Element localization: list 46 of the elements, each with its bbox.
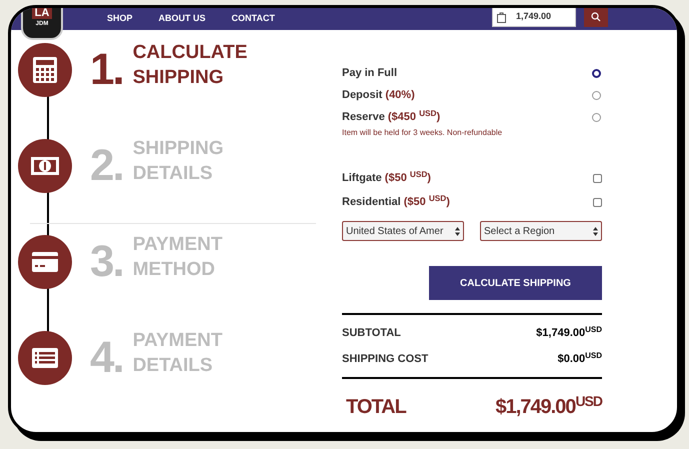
nav-link[interactable]: ABOUT US bbox=[158, 12, 206, 26]
summary-label: SHIPPING COST bbox=[342, 352, 428, 367]
banknote-icon bbox=[30, 156, 60, 176]
country-select[interactable]: United States of Amer bbox=[342, 221, 464, 241]
radio-button[interactable] bbox=[592, 68, 601, 78]
summary-value: $1,749.00$^{USD}$ bbox=[536, 324, 602, 341]
checkbox[interactable] bbox=[593, 198, 602, 206]
step-title: CALCULATE bbox=[132, 43, 248, 62]
option-label: Reserve ($450 $^{USD}$) bbox=[342, 110, 440, 124]
credit-card-icon bbox=[31, 251, 59, 273]
step-title: PAYMENT bbox=[132, 235, 222, 254]
region-select[interactable]: Select a Region bbox=[480, 221, 602, 241]
search-button[interactable] bbox=[584, 8, 608, 27]
step-title: PAYMENT bbox=[132, 331, 222, 350]
calculator-icon bbox=[32, 56, 58, 84]
option-label: Deposit (40%) bbox=[342, 88, 415, 102]
option-label: Residential ($50 $^{USD}$) bbox=[342, 195, 450, 209]
search-icon bbox=[591, 12, 601, 22]
logo-text: LA bbox=[32, 8, 52, 19]
option-label: Liftgate ($50 $^{USD}$) bbox=[342, 171, 431, 185]
option-label: Pay in Full bbox=[342, 66, 398, 80]
step-number: 1. bbox=[90, 48, 123, 92]
summary-label: SUBTOTAL bbox=[342, 326, 401, 341]
step-number: 3. bbox=[90, 240, 123, 284]
step-title: DETAILS bbox=[132, 356, 214, 375]
updown-icon bbox=[455, 226, 460, 236]
cart-field[interactable]: 1,749.00 bbox=[492, 8, 576, 27]
step-number: 4. bbox=[90, 336, 123, 380]
radio-button[interactable] bbox=[592, 90, 601, 100]
radio-button[interactable] bbox=[592, 112, 601, 122]
list-icon bbox=[31, 347, 59, 369]
step-title: METHOD bbox=[132, 260, 216, 279]
step-title: SHIPPING bbox=[132, 139, 224, 158]
nav-link[interactable]: SHOP bbox=[107, 12, 133, 26]
summary-value: $0.00$^{USD}$ bbox=[558, 350, 602, 367]
step-title: SHIPPING bbox=[132, 68, 225, 87]
total-label: TOTAL bbox=[346, 397, 406, 417]
nav-link[interactable]: CONTACT bbox=[232, 12, 275, 26]
updown-icon bbox=[593, 226, 598, 236]
checkbox[interactable] bbox=[593, 174, 602, 182]
step-title: DETAILS bbox=[132, 164, 214, 183]
calculate-shipping-button[interactable]: CALCULATE SHIPPING bbox=[429, 266, 602, 300]
step-number: 2. bbox=[90, 144, 123, 188]
option-note: Item will be held for 3 weeks. Non-refundable bbox=[342, 127, 504, 139]
total-value: $1,749.00$^{USD}$ bbox=[495, 397, 602, 417]
bag-icon bbox=[497, 12, 506, 22]
